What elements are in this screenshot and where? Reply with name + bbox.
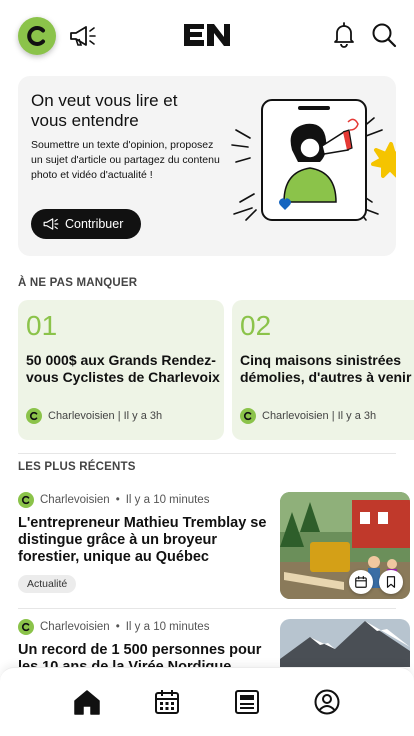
article-time: Il y a 10 minutes <box>125 621 210 633</box>
nav-calendar[interactable] <box>153 688 181 716</box>
must-read-title: À NE PAS MANQUER <box>18 277 138 289</box>
calendar-add-button[interactable] <box>349 570 373 594</box>
nav-news[interactable] <box>233 688 261 716</box>
bottom-navigation <box>0 667 414 736</box>
search-icon[interactable] <box>371 22 397 48</box>
hero-description: Soumettre un texte d'opinion, proposez u… <box>31 139 220 181</box>
article-meta: Charlevoisien • Il y a 10 minutes <box>18 492 209 508</box>
bookmark-icon <box>386 576 396 588</box>
divider <box>18 453 396 454</box>
carousel-title: Cinq maisons sinistrées démolies, d'autr… <box>240 352 412 385</box>
megaphone-icon[interactable] <box>69 24 97 48</box>
nav-home[interactable] <box>73 688 101 716</box>
category-tag[interactable]: Actualité <box>18 575 77 593</box>
charlevoisien-logo-icon <box>240 408 256 424</box>
charlevoisien-logo-icon <box>26 408 42 424</box>
home-icon <box>74 690 100 715</box>
charlevoisien-logo-icon <box>18 492 34 508</box>
newspaper-icon <box>235 690 259 714</box>
bookmark-button[interactable] <box>379 570 403 594</box>
carousel-title: 50 000$ aux Grands Rendez-vous Cyclistes… <box>26 352 220 385</box>
calendar-icon <box>355 576 367 588</box>
article-time: Il y a 10 minutes <box>125 494 210 506</box>
article-source: Charlevoisien <box>40 621 110 633</box>
article-title[interactable]: Un record de 1 500 personnes pour les 10… <box>18 642 268 667</box>
charlevoisien-logo-icon <box>18 619 34 635</box>
carousel-card[interactable]: 01 50 000$ aux Grands Rendez-vous Cyclis… <box>18 300 224 440</box>
carousel-meta: Charlevoisien | Il y a 3h <box>240 408 376 424</box>
article-meta: Charlevoisien • Il y a 10 minutes <box>18 619 209 635</box>
article-thumbnail[interactable] <box>280 619 410 667</box>
article-title[interactable]: L'entrepreneur Mathieu Tremblay se disti… <box>18 515 268 566</box>
app-header <box>0 0 414 70</box>
meta-separator: • <box>115 621 120 633</box>
article-item[interactable]: Charlevoisien • Il y a 10 minutes L'entr… <box>18 492 414 602</box>
carousel-card[interactable]: 02 Cinq maisons sinistrées démolies, d'a… <box>232 300 414 440</box>
carousel-rank: 02 <box>240 310 272 341</box>
contributor-illustration <box>226 90 396 235</box>
article-item[interactable]: Charlevoisien • Il y a 10 minutes Un rec… <box>18 619 414 667</box>
contribute-button-label: Contribuer <box>65 217 124 231</box>
profile-icon <box>314 689 340 715</box>
bell-icon[interactable] <box>332 22 356 48</box>
carousel-source: Charlevoisien | Il y a 3h <box>262 410 377 422</box>
meta-separator: • <box>115 494 120 506</box>
divider <box>18 608 396 609</box>
nav-profile[interactable] <box>313 688 341 716</box>
hero-title: On veut vous lire et vous entendre <box>31 91 178 130</box>
calendar-icon <box>155 690 179 714</box>
latest-title: LES PLUS RÉCENTS <box>18 461 136 473</box>
carousel-source: Charlevoisien | Il y a 3h <box>48 410 163 422</box>
site-logo[interactable] <box>182 22 232 48</box>
carousel-meta: Charlevoisien | Il y a 3h <box>26 408 162 424</box>
contribute-button[interactable]: Contribuer <box>31 209 141 239</box>
charlevoisien-logo-icon[interactable] <box>18 17 56 55</box>
contribute-card: On veut vous lire et vous entendre Soume… <box>18 76 396 256</box>
article-source: Charlevoisien <box>40 494 110 506</box>
megaphone-icon <box>43 218 59 230</box>
article-thumbnail[interactable] <box>280 492 410 599</box>
carousel-rank: 01 <box>26 310 58 341</box>
must-read-carousel[interactable]: 01 50 000$ aux Grands Rendez-vous Cyclis… <box>18 300 414 440</box>
